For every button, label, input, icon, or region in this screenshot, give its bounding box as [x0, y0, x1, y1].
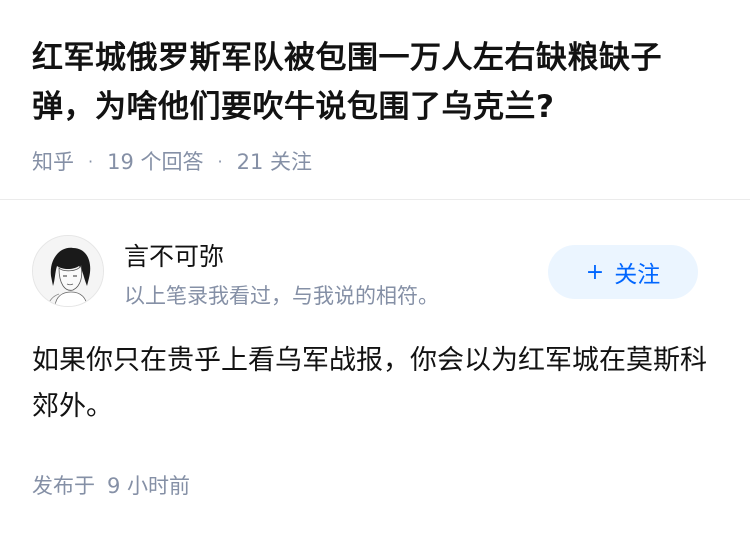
meta-separator: · [217, 151, 223, 171]
source-label[interactable]: 知乎 [32, 146, 74, 176]
published-time: 9 小时前 [107, 474, 191, 498]
question-header: 红军城俄罗斯军队被包围一万人左右缺粮缺子弹，为啥他们要吹牛说包围了乌克兰? 知乎… [32, 34, 722, 176]
section-divider [0, 199, 750, 200]
avatar-sketch-icon [33, 236, 103, 306]
avatar[interactable] [32, 235, 104, 307]
follow-label: 关注 [614, 262, 661, 288]
follow-button[interactable]: + 关注 [548, 245, 698, 299]
author-row: 言不可弥 以上笔录我看过，与我说的相符。 + 关注 [32, 235, 722, 308]
published-label: 发布于 [32, 474, 95, 498]
question-title[interactable]: 红军城俄罗斯军队被包围一万人左右缺粮缺子弹，为啥他们要吹牛说包围了乌克兰? [32, 34, 722, 132]
publish-time: 发布于 9 小时前 [32, 470, 190, 500]
plus-icon: + [585, 259, 605, 285]
answer-content[interactable]: 如果你只在贵乎上看乌军战报，你会以为红军城在莫斯科郊外。 [32, 338, 712, 430]
author-name[interactable]: 言不可弥 [124, 237, 224, 273]
answer-count[interactable]: 19 个回答 [107, 146, 203, 176]
follower-count[interactable]: 21 关注 [237, 146, 312, 176]
meta-separator: · [88, 151, 94, 171]
author-bio: 以上笔录我看过，与我说的相符。 [124, 284, 439, 308]
question-meta: 知乎 · 19 个回答 · 21 关注 [32, 146, 722, 176]
